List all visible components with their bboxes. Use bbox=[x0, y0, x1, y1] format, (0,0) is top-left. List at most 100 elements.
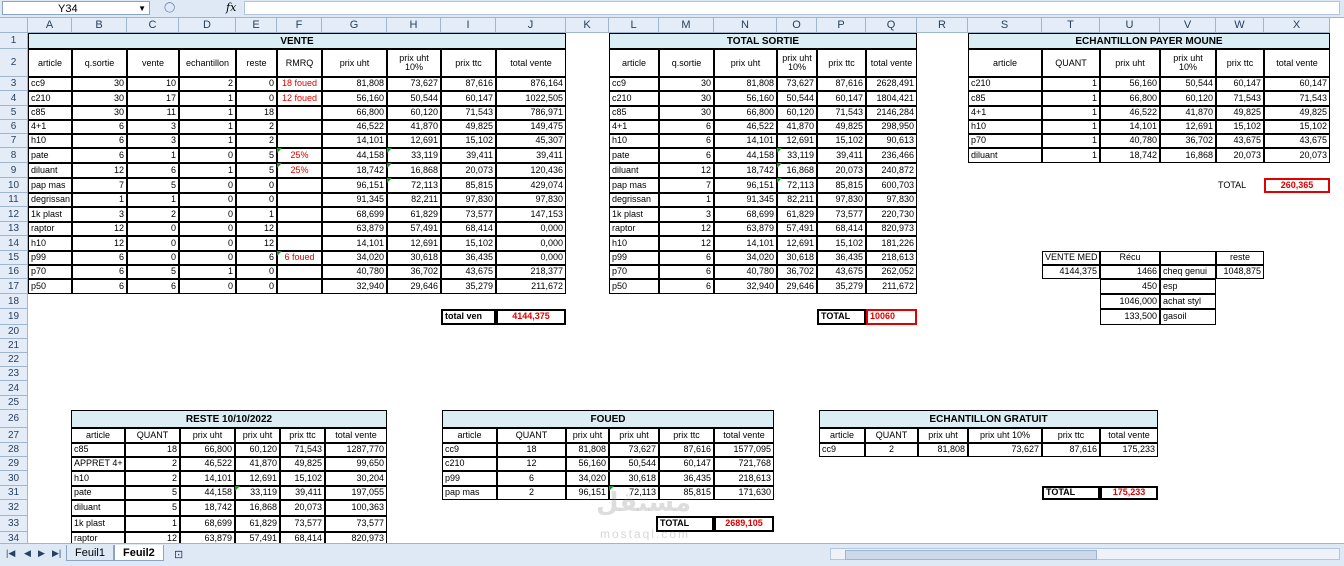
total_sortie-header[interactable]: prix uht 10% bbox=[777, 49, 817, 77]
vente-row-cell[interactable]: 0 bbox=[236, 265, 277, 279]
foued-row-cell[interactable]: 60,147 bbox=[659, 457, 714, 471]
total_sortie-row-cell[interactable]: 220,730 bbox=[866, 207, 917, 222]
total_sortie-header[interactable]: prix uht bbox=[714, 49, 777, 77]
vente-row-cell[interactable]: 6 bbox=[72, 148, 127, 163]
vente-row-cell[interactable]: 96,151 bbox=[322, 178, 387, 193]
echantillon_payer-title[interactable]: ECHANTILLON PAYER MOUNE bbox=[968, 33, 1330, 49]
reste-header[interactable]: prix uht bbox=[180, 428, 235, 443]
echantillon_payer-row-cell[interactable]: 66,800 bbox=[1100, 91, 1160, 106]
vente-row-cell[interactable]: 5 bbox=[127, 178, 179, 193]
reste-header[interactable]: QUANT bbox=[125, 428, 180, 443]
column-header-s[interactable]: S bbox=[968, 18, 1042, 33]
total_sortie-row-cell[interactable]: 1k plast bbox=[609, 207, 659, 222]
total_sortie-row-cell[interactable]: 16,868 bbox=[777, 163, 817, 178]
total_sortie-row-cell[interactable]: 7 bbox=[659, 178, 714, 193]
vente-row-cell[interactable]: 5 bbox=[236, 163, 277, 178]
total_sortie-row-cell[interactable]: 82,211 bbox=[777, 193, 817, 207]
vente-total-label[interactable]: total ven bbox=[441, 309, 496, 325]
total_sortie-row-cell[interactable]: 2628,491 bbox=[866, 77, 917, 91]
recu-label[interactable]: Récu bbox=[1100, 251, 1160, 265]
payer-total-label[interactable]: TOTAL bbox=[1216, 178, 1264, 193]
recu-amount[interactable]: 450 bbox=[1100, 279, 1160, 294]
vente-row-cell[interactable]: 43,675 bbox=[441, 265, 496, 279]
echantillon_gratuit-row-cell[interactable]: 73,627 bbox=[968, 443, 1042, 457]
row-header-29[interactable]: 29 bbox=[0, 457, 28, 471]
row-header-32[interactable]: 32 bbox=[0, 500, 28, 516]
echantillon_gratuit-header[interactable]: QUANT bbox=[865, 428, 918, 443]
echantillon_payer-row-cell[interactable]: 1 bbox=[1042, 120, 1100, 134]
column-header-r[interactable]: R bbox=[917, 18, 968, 33]
vente-header[interactable]: q.sortie bbox=[72, 49, 127, 77]
column-header-h[interactable]: H bbox=[387, 18, 441, 33]
vente-row-cell[interactable]: 61,829 bbox=[387, 207, 441, 222]
foued-header[interactable]: article bbox=[442, 428, 497, 443]
total_sortie-row-cell[interactable]: 36,702 bbox=[777, 265, 817, 279]
total_sortie-row-cell[interactable]: 81,808 bbox=[714, 77, 777, 91]
vente-header[interactable]: article bbox=[28, 49, 72, 77]
foued-header[interactable]: QUANT bbox=[497, 428, 566, 443]
reste-row-cell[interactable]: 46,522 bbox=[180, 457, 235, 471]
vente-row-cell[interactable]: 2 bbox=[127, 207, 179, 222]
vente-row-cell[interactable]: 29,646 bbox=[387, 279, 441, 294]
total_sortie-row-cell[interactable]: 18,742 bbox=[714, 163, 777, 178]
echantillon_payer-row-cell[interactable]: 46,522 bbox=[1100, 106, 1160, 120]
vente-med-label[interactable]: VENTE MED bbox=[1042, 251, 1100, 265]
column-header-f[interactable]: F bbox=[277, 18, 322, 33]
vente-row-cell[interactable]: 1 bbox=[127, 148, 179, 163]
vente-row-cell[interactable]: 12,691 bbox=[387, 236, 441, 251]
column-header-e[interactable]: E bbox=[236, 18, 277, 33]
row-header-16[interactable]: 16 bbox=[0, 265, 28, 279]
vente-row-cell[interactable]: 7 bbox=[72, 178, 127, 193]
vente-row-cell[interactable]: 3 bbox=[127, 120, 179, 134]
foued-header[interactable]: prix ttc bbox=[659, 428, 714, 443]
total_sortie-row-cell[interactable]: 56,160 bbox=[714, 91, 777, 106]
total_sortie-row-cell[interactable]: 91,345 bbox=[714, 193, 777, 207]
vente-row-cell[interactable]: 1 bbox=[179, 163, 236, 178]
total_sortie-row-cell[interactable]: c210 bbox=[609, 91, 659, 106]
total_sortie-row-cell[interactable]: 96,151 bbox=[714, 178, 777, 193]
foued-total-value[interactable]: 2689,105 bbox=[714, 516, 774, 532]
column-header-i[interactable]: I bbox=[441, 18, 496, 33]
vente-row-cell[interactable]: 120,436 bbox=[496, 163, 566, 178]
total_sortie-row-cell[interactable]: pap mas bbox=[609, 178, 659, 193]
total_sortie-row-cell[interactable]: cc9 bbox=[609, 77, 659, 91]
vente-row-cell[interactable]: 0 bbox=[236, 279, 277, 294]
vente-row-cell[interactable]: 4+1 bbox=[28, 120, 72, 134]
foued-row-cell[interactable]: 2 bbox=[497, 486, 566, 500]
foued-row-cell[interactable]: 87,616 bbox=[659, 443, 714, 457]
row-header-11[interactable]: 11 bbox=[0, 193, 28, 207]
total_sortie-row-cell[interactable]: 61,829 bbox=[777, 207, 817, 222]
vente-row-cell[interactable]: h10 bbox=[28, 134, 72, 148]
vente-row-cell[interactable]: diluant bbox=[28, 163, 72, 178]
vente-row-cell[interactable]: 6 foued bbox=[277, 251, 322, 265]
reste-row-cell[interactable]: 18,742 bbox=[180, 500, 235, 516]
total_sortie-row-cell[interactable]: 298,950 bbox=[866, 120, 917, 134]
reste-row-cell[interactable]: 15,102 bbox=[280, 471, 325, 486]
total_sortie-header[interactable]: article bbox=[609, 49, 659, 77]
vente-row-cell[interactable]: 0 bbox=[236, 193, 277, 207]
total_sortie-row-cell[interactable]: 60,147 bbox=[817, 91, 866, 106]
echantillon_payer-row-cell[interactable]: 15,102 bbox=[1216, 120, 1264, 134]
vente-row-cell[interactable] bbox=[277, 193, 322, 207]
reste-label[interactable]: reste bbox=[1216, 251, 1264, 265]
vente-row-cell[interactable]: 2 bbox=[236, 134, 277, 148]
total_sortie-row-cell[interactable]: 50,544 bbox=[777, 91, 817, 106]
reste-row-cell[interactable]: 60,120 bbox=[235, 443, 280, 457]
total_sortie-row-cell[interactable]: 240,872 bbox=[866, 163, 917, 178]
vente-row-cell[interactable]: 25% bbox=[277, 163, 322, 178]
vente-header[interactable]: echantillon bbox=[179, 49, 236, 77]
total_sortie-row-cell[interactable]: 181,226 bbox=[866, 236, 917, 251]
foued-header[interactable]: prix uht bbox=[566, 428, 609, 443]
row-header-20[interactable]: 20 bbox=[0, 325, 28, 339]
vente-row-cell[interactable]: 2 bbox=[236, 120, 277, 134]
total_sortie-row-cell[interactable]: 2146,284 bbox=[866, 106, 917, 120]
total_sortie-row-cell[interactable]: 73,577 bbox=[817, 207, 866, 222]
total_sortie-row-cell[interactable]: 12 bbox=[659, 222, 714, 236]
vente-row-cell[interactable]: raptor bbox=[28, 222, 72, 236]
reste-row-cell[interactable]: 197,055 bbox=[325, 486, 387, 500]
echantillon_payer-header[interactable]: prix uht 10% bbox=[1160, 49, 1216, 77]
total_sortie-row-cell[interactable]: 71,543 bbox=[817, 106, 866, 120]
echantillon_gratuit-header[interactable]: prix ttc bbox=[1042, 428, 1100, 443]
reste-row-cell[interactable]: 73,577 bbox=[325, 516, 387, 532]
last-sheet-icon[interactable]: ▶| bbox=[52, 548, 61, 559]
